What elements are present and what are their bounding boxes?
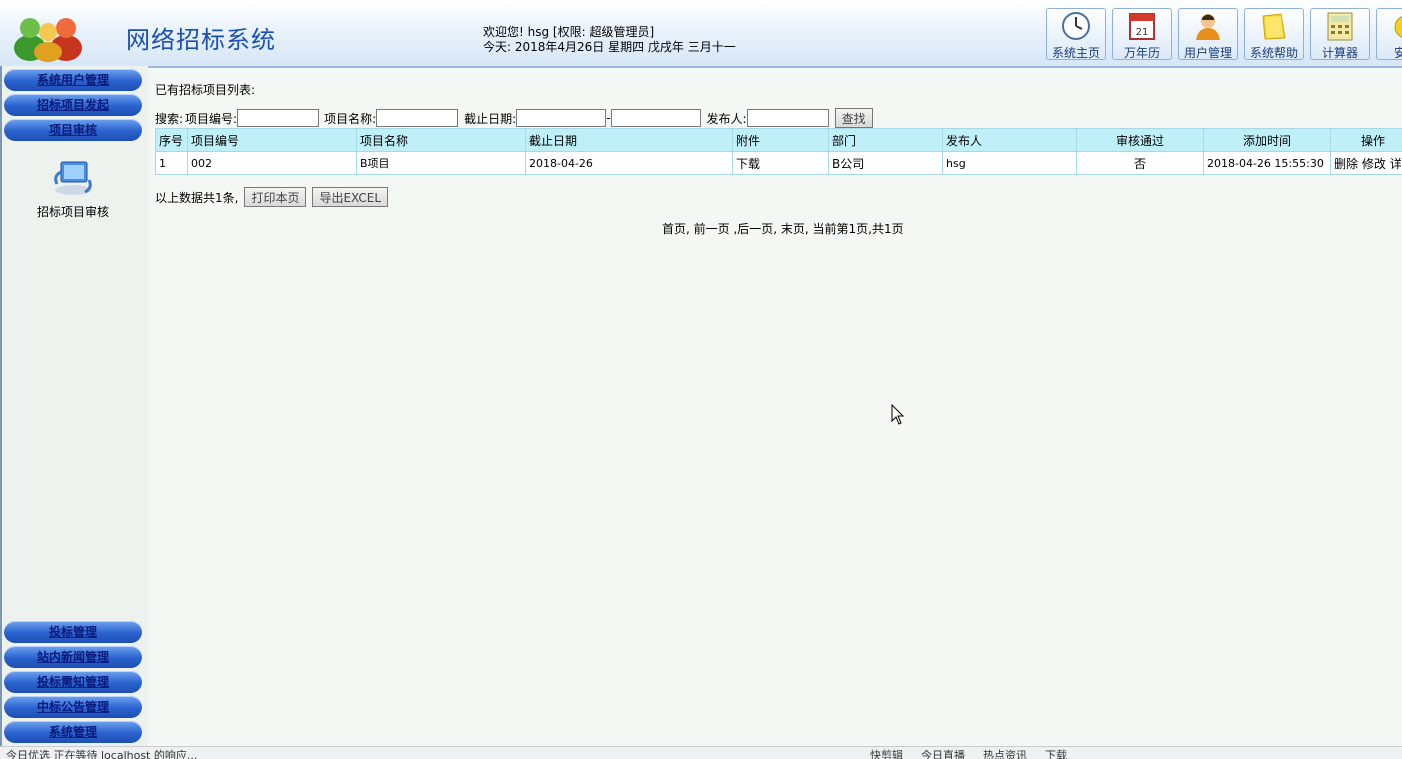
publisher-input[interactable] — [747, 109, 829, 127]
security-tool-button[interactable]: 安全 — [1376, 8, 1402, 60]
edit-link[interactable]: 修改 — [1362, 157, 1386, 171]
help-folder-icon — [1259, 11, 1289, 41]
calculator-icon — [1325, 11, 1355, 41]
download-link[interactable]: 下载 — [1045, 747, 1067, 759]
sidebar-item-award-announcement[interactable]: 中标公告管理 — [4, 696, 142, 718]
search-bar: 搜索: 项目编号: 项目名称: 截止日期: - 发布人: 查找 — [155, 108, 873, 128]
sidebar-item-label: 站内新闻管理 — [37, 650, 109, 664]
export-excel-button[interactable]: 导出EXCEL — [312, 187, 388, 207]
sidebar-item-bid-notice-management[interactable]: 投标需知管理 — [4, 671, 142, 693]
column-header-index: 序号 — [156, 129, 188, 152]
search-prefix: 搜索: — [155, 110, 183, 127]
project-name-input[interactable] — [376, 109, 458, 127]
user-tool-label: 用户管理 — [1179, 44, 1237, 61]
cell-deadline: 2018-04-26 — [526, 152, 733, 175]
sidebar-item-bid-management[interactable]: 投标管理 — [4, 621, 142, 643]
list-title: 已有招标项目列表: — [155, 81, 255, 98]
summary-bar: 以上数据共1条, 打印本页 导出EXCEL — [155, 187, 388, 207]
cell-added-time: 2018-04-26 15:55:30 — [1204, 152, 1331, 175]
main-content: 已有招标项目列表: 搜索: 项目编号: 项目名称: 截止日期: - 发布人: 查… — [146, 66, 1402, 746]
project-no-label: 项目编号: — [185, 110, 237, 127]
sidebar-item-system-users[interactable]: 系统用户管理 — [4, 69, 142, 91]
column-header-publisher: 发布人 — [943, 129, 1077, 152]
sidebar-item-label: 中标公告管理 — [37, 700, 109, 714]
project-name-label: 项目名称: — [324, 110, 376, 127]
column-header-department: 部门 — [829, 129, 943, 152]
column-header-added-time: 添加时间 — [1204, 129, 1331, 152]
sidebar-subitem-bid-review[interactable]: 招标项目审核 — [2, 158, 144, 220]
app-title: 网络招标系统 — [126, 20, 276, 55]
cell-publisher: hsg — [943, 152, 1077, 175]
security-tool-label: 安全 — [1377, 44, 1402, 61]
clock-icon — [1061, 11, 1091, 41]
calendar-day-badge: 21 — [1136, 27, 1149, 38]
cell-project-name: B项目 — [357, 152, 526, 175]
sidebar-item-system-management[interactable]: 系统管理 — [4, 721, 142, 743]
column-header-approved: 审核通过 — [1077, 129, 1204, 152]
users-logo-icon — [8, 8, 88, 62]
calendar-icon: 21 — [1127, 11, 1157, 41]
computer-review-icon — [51, 158, 95, 198]
browser-status-bar: 今日优选 正在等待 localhost 的响应... 快剪辑 今日直播 热点资讯… — [0, 746, 1402, 759]
live-link[interactable]: 今日直播 — [921, 747, 965, 759]
cell-project-no: 002 — [188, 152, 357, 175]
record-count-text: 以上数据共1条, — [155, 189, 238, 206]
sidebar-item-news-management[interactable]: 站内新闻管理 — [4, 646, 142, 668]
sidebar: 系统用户管理 招标项目发起 项目审核 招标项目审核 投标管理 站内新闻管理 投标… — [0, 66, 148, 746]
calculator-tool-button[interactable]: 计算器 — [1310, 8, 1370, 60]
cell-actions: 删除 修改 详 — [1331, 152, 1402, 175]
deadline-start-input[interactable] — [516, 109, 606, 127]
deadline-end-input[interactable] — [611, 109, 701, 127]
search-button[interactable]: 查找 — [835, 108, 873, 128]
status-tools: 快剪辑 今日直播 热点资讯 下载 — [870, 747, 1067, 759]
pagination[interactable]: 首页, 前一页 ,后一页, 末页, 当前第1页,共1页 — [662, 220, 904, 237]
welcome-line: 欢迎您! hsg [权限: 超级管理员] — [483, 25, 736, 40]
publisher-label: 发布人: — [707, 110, 747, 127]
quick-edit-link[interactable]: 快剪辑 — [870, 747, 903, 759]
mouse-cursor-icon — [891, 404, 905, 426]
sidebar-item-label: 系统用户管理 — [37, 73, 109, 87]
user-icon — [1193, 11, 1223, 41]
hot-news-link[interactable]: 热点资讯 — [983, 747, 1027, 759]
column-header-project-no: 项目编号 — [188, 129, 357, 152]
calendar-tool-button[interactable]: 21 万年历 — [1112, 8, 1172, 60]
sidebar-item-bid-initiate[interactable]: 招标项目发起 — [4, 94, 142, 116]
calculator-tool-label: 计算器 — [1311, 44, 1369, 61]
table-header-row: 序号 项目编号 项目名称 截止日期 附件 部门 发布人 审核通过 添加时间 操作 — [156, 129, 1402, 152]
cell-department: B公司 — [829, 152, 943, 175]
header: 网络招标系统 欢迎您! hsg [权限: 超级管理员] 今天: 2018年4月2… — [0, 0, 1402, 68]
toolbar: 系统主页 21 万年历 用户管理 系统帮助 计算器 安全 — [1046, 8, 1402, 60]
column-header-deadline: 截止日期 — [526, 129, 733, 152]
cell-approved: 否 — [1077, 152, 1204, 175]
sidebar-item-project-review[interactable]: 项目审核 — [4, 119, 142, 141]
column-header-actions: 操作 — [1331, 129, 1402, 152]
project-no-input[interactable] — [237, 109, 319, 127]
detail-link[interactable]: 详 — [1390, 157, 1402, 171]
table-row: 1 002 B项目 2018-04-26 下载 B公司 hsg 否 2018-0… — [156, 152, 1402, 175]
sidebar-subitem-label: 招标项目审核 — [2, 203, 144, 220]
status-text: 今日优选 正在等待 localhost 的响应... — [6, 747, 197, 759]
welcome-info: 欢迎您! hsg [权限: 超级管理员] 今天: 2018年4月26日 星期四 … — [483, 25, 736, 55]
project-table: 序号 项目编号 项目名称 截止日期 附件 部门 发布人 审核通过 添加时间 操作… — [155, 128, 1402, 175]
cell-index: 1 — [156, 152, 188, 175]
sidebar-item-label: 项目审核 — [49, 123, 97, 137]
lock-icon — [1391, 11, 1402, 41]
sidebar-item-label: 投标管理 — [49, 625, 97, 639]
help-tool-label: 系统帮助 — [1245, 44, 1303, 61]
download-attachment-link[interactable]: 下载 — [733, 152, 829, 175]
today-line: 今天: 2018年4月26日 星期四 戊戌年 三月十一 — [483, 40, 736, 55]
deadline-label: 截止日期: — [464, 110, 516, 127]
sidebar-item-label: 投标需知管理 — [37, 675, 109, 689]
help-tool-button[interactable]: 系统帮助 — [1244, 8, 1304, 60]
home-tool-label: 系统主页 — [1047, 44, 1105, 61]
delete-link[interactable]: 删除 — [1334, 157, 1358, 171]
user-tool-button[interactable]: 用户管理 — [1178, 8, 1238, 60]
home-tool-button[interactable]: 系统主页 — [1046, 8, 1106, 60]
sidebar-item-label: 系统管理 — [49, 725, 97, 739]
print-page-button[interactable]: 打印本页 — [244, 187, 306, 207]
column-header-project-name: 项目名称 — [357, 129, 526, 152]
calendar-tool-label: 万年历 — [1113, 44, 1171, 61]
column-header-attachment: 附件 — [733, 129, 829, 152]
sidebar-item-label: 招标项目发起 — [37, 98, 109, 112]
